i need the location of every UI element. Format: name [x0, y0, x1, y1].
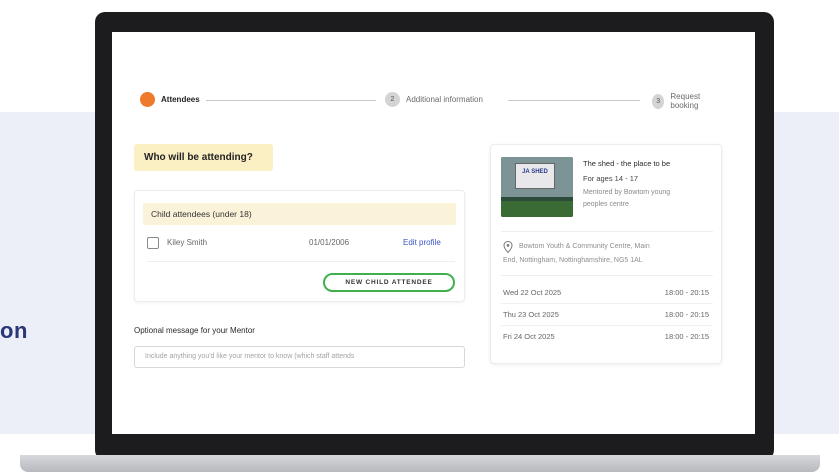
step-label: Attendees: [161, 95, 200, 104]
booking-stepper: Attendees 2 Additional information 3 Req…: [140, 92, 720, 110]
session-date: Fri 24 Oct 2025: [503, 332, 555, 341]
session-date: Thu 23 Oct 2025: [503, 310, 559, 319]
attending-heading: Who will be attending?: [134, 144, 273, 171]
divider: [501, 325, 713, 326]
session-time: 18:00 - 20:15: [664, 332, 709, 341]
event-ages: For ages 14 - 17: [583, 174, 639, 183]
laptop-screen: Attendees 2 Additional information 3 Req…: [112, 32, 755, 434]
step-indicator-icon: 3: [652, 93, 665, 109]
step-additional-information[interactable]: 2 Additional information: [385, 92, 483, 107]
optional-message-label: Optional message for your Mentor: [134, 326, 255, 335]
session-time: 18:00 - 20:15: [664, 310, 709, 319]
location-pin-icon: [503, 241, 513, 253]
stepper-connector: [508, 100, 640, 101]
session-row: Fri 24 Oct 2025 18:00 - 20:15: [501, 332, 713, 344]
divider: [147, 261, 455, 262]
session-time: 18:00 - 20:15: [664, 288, 709, 297]
event-summary-card: JA SHED The shed - the place to be For a…: [490, 144, 722, 364]
divider: [501, 275, 713, 276]
session-date: Wed 22 Oct 2025: [503, 288, 562, 297]
child-dob: 01/01/2006: [309, 238, 350, 247]
child-attendees-card: Child attendees (under 18) Kiley Smith 0…: [134, 190, 465, 302]
step-attendees[interactable]: Attendees: [140, 92, 200, 107]
session-row: Thu 23 Oct 2025 18:00 - 20:15: [501, 310, 713, 322]
event-mentor-cont: peoples centre: [583, 201, 629, 208]
attendee-checkbox[interactable]: [147, 237, 159, 249]
divider: [501, 303, 713, 304]
step-request-booking[interactable]: 3 Request booking: [652, 92, 720, 110]
stepper-connector: [206, 100, 376, 101]
event-address-line1: Bowtom Youth & Community Centre, Main: [519, 243, 650, 250]
step-indicator-icon: [140, 92, 155, 107]
divider: [501, 231, 713, 232]
session-row: Wed 22 Oct 2025 18:00 - 20:15: [501, 288, 713, 300]
optional-message-input[interactable]: Include anything you'd like your mentor …: [134, 346, 465, 368]
event-address-line2: End, Nottingham, Nottinghamshire, NG5 1A…: [503, 257, 643, 264]
child-name: Kiley Smith: [167, 238, 208, 247]
partial-heading-text: on: [0, 318, 28, 343]
step-indicator-icon: 2: [385, 92, 400, 107]
new-child-attendee-button[interactable]: NEW CHILD ATTENDEE: [323, 273, 455, 292]
image-grass: [501, 201, 573, 217]
child-attendee-row: Kiley Smith 01/01/2006 Edit profile: [147, 235, 455, 253]
laptop-base: [20, 455, 820, 472]
child-section-title: Child attendees (under 18): [143, 203, 456, 225]
event-title: The shed - the place to be: [583, 159, 671, 168]
event-image: JA SHED: [501, 157, 573, 217]
step-label: Additional information: [406, 95, 483, 104]
event-mentor: Mentored by Bowtom young: [583, 189, 671, 196]
image-sign: JA SHED: [515, 163, 555, 189]
edit-profile-link[interactable]: Edit profile: [403, 238, 441, 247]
step-label: Request booking: [670, 92, 701, 110]
